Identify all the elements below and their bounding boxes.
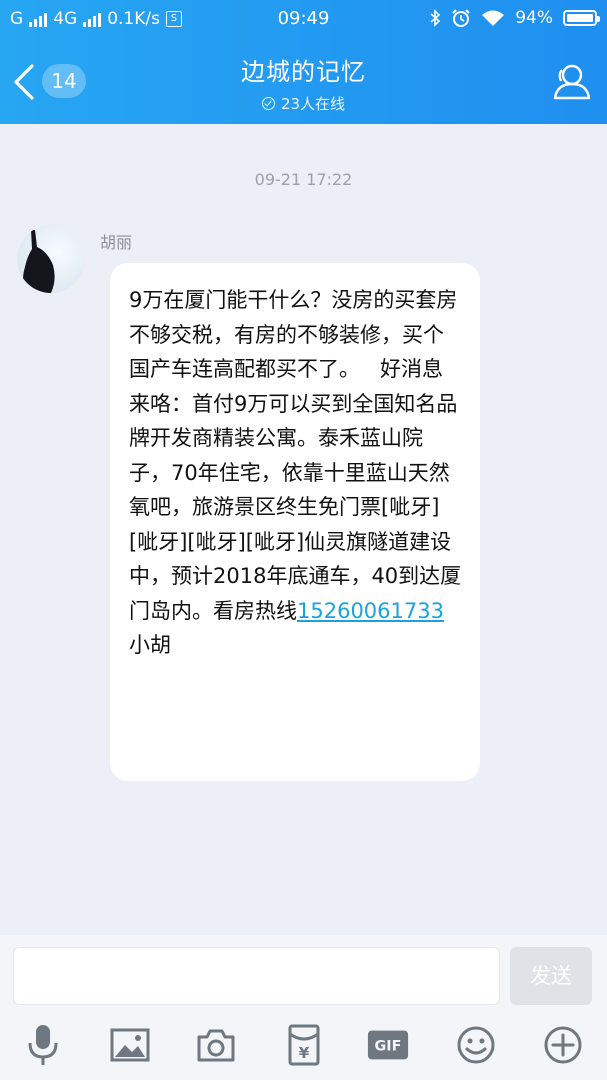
status-bar: G 4G 0.1K/s S 09:49 94% xyxy=(0,0,607,38)
gif-label: GIF xyxy=(375,1039,402,1055)
gif-icon: GIF xyxy=(367,1030,409,1060)
red-packet-button[interactable]: ¥ xyxy=(282,1023,326,1067)
message-bubble[interactable]: 9万在厦门能干什么？没房的买套房不够交税，有房的不够装修，买个国产车连高配都买不… xyxy=(110,263,480,781)
check-circle-icon xyxy=(261,97,275,110)
album-button[interactable] xyxy=(108,1023,152,1067)
more-button[interactable] xyxy=(541,1023,585,1067)
voice-button[interactable] xyxy=(21,1023,65,1067)
online-status: 23人在线 xyxy=(0,93,607,114)
message-text-tail: 小胡 xyxy=(129,633,171,657)
yuan-glyph: ¥ xyxy=(299,1044,310,1062)
top-bar: G 4G 0.1K/s S 09:49 94% 14 边城的记忆 23人在线 xyxy=(0,0,607,124)
microphone-icon xyxy=(28,1025,58,1065)
battery-icon xyxy=(563,10,600,26)
sender-name: 胡丽 xyxy=(100,233,133,252)
image-icon xyxy=(110,1028,150,1062)
avatar-image xyxy=(23,230,55,293)
input-bar: 发送 ¥ GIF xyxy=(0,935,607,1080)
alarm-icon xyxy=(452,9,470,27)
message-input[interactable] xyxy=(13,947,500,1005)
wifi-icon xyxy=(482,10,505,26)
group-title: 边城的记忆 xyxy=(241,58,366,86)
chat-header: 14 边城的记忆 23人在线 xyxy=(0,38,607,124)
bluetooth-icon xyxy=(430,9,441,27)
emoji-button[interactable] xyxy=(454,1023,498,1067)
title-block: 边城的记忆 23人在线 xyxy=(0,52,607,114)
input-toolbar: ¥ GIF xyxy=(0,1023,607,1073)
online-count: 23人在线 xyxy=(280,95,346,113)
red-packet-icon: ¥ xyxy=(288,1024,320,1066)
phone-link[interactable]: 15260061733 xyxy=(297,599,444,623)
battery-percent: 94% xyxy=(515,8,553,28)
send-button[interactable]: 发送 xyxy=(510,947,592,1005)
person-icon xyxy=(553,64,591,100)
emoji-icon xyxy=(457,1026,495,1064)
gif-button[interactable]: GIF xyxy=(366,1023,410,1067)
message-text: 9万在厦门能干什么？没房的买套房不够交税，有房的不够装修，买个国产车连高配都买不… xyxy=(129,288,462,623)
camera-button[interactable] xyxy=(194,1023,238,1067)
camera-icon xyxy=(197,1029,235,1062)
group-members-button[interactable] xyxy=(549,60,593,104)
avatar[interactable] xyxy=(17,225,85,293)
message-timestamp: 09-21 17:22 xyxy=(254,170,353,189)
plus-icon xyxy=(544,1026,582,1064)
